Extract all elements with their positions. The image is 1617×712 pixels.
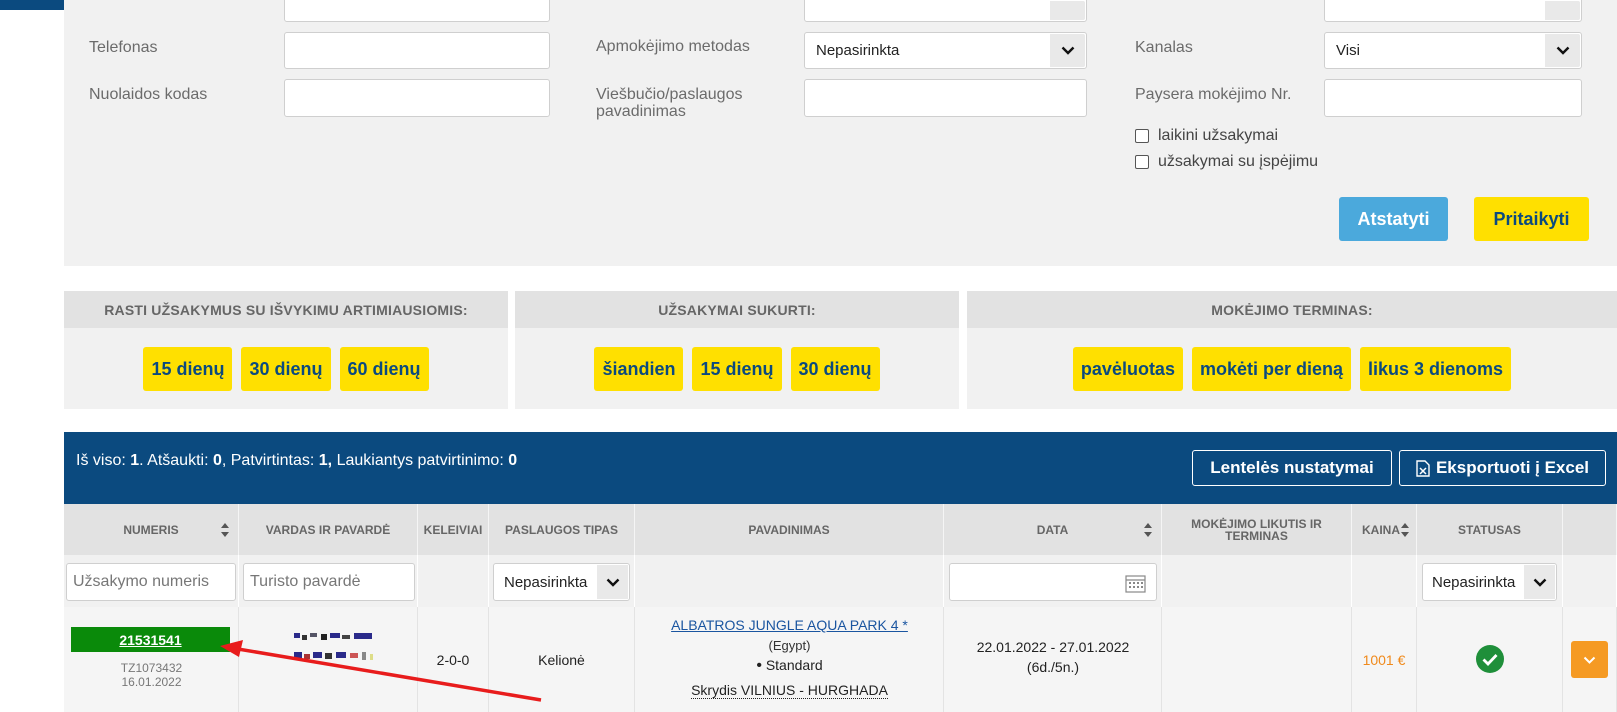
chevron-down-icon	[1050, 34, 1085, 67]
paysera-input[interactable]	[1324, 79, 1582, 117]
departure-60-days-button[interactable]: 60 dienų	[339, 347, 429, 391]
col-price[interactable]: KAINA	[1352, 504, 1417, 555]
channel-select[interactable]: Visi	[1324, 32, 1582, 69]
payment-due-day-button[interactable]: mokėti per dieną	[1191, 347, 1352, 391]
payment-quick-filter: MOKĖJIMO TERMINAS: pavėluotas mokėti per…	[967, 291, 1617, 409]
chevron-down-icon	[1583, 656, 1596, 664]
travel-dates: 22.01.2022 - 27.01.2022	[976, 639, 1130, 655]
warning-orders-label: užsakymai su įspėjimu	[1158, 153, 1319, 170]
price-value: 1001 €	[1362, 651, 1406, 668]
total-count: 1	[130, 452, 140, 469]
col-name: VARDAS IR PAVARDĖ	[239, 504, 418, 555]
hotel-link[interactable]: ALBATROS JUNGLE AQUA PARK 4 *	[671, 617, 908, 633]
col-payment-balance: MOKĖJIMO LIKUTIS IR TERMINAS	[1162, 504, 1352, 555]
discount-code-input[interactable]	[284, 79, 550, 117]
table-header: NUMERIS VARDAS IR PAVARDĖ KELEIVIAI PASL…	[64, 504, 1617, 555]
results-bar: Iš viso: 1. Atšaukti: 0, Patvirtintas: 1…	[64, 432, 1617, 504]
reset-button[interactable]: Atstatyti	[1339, 197, 1448, 241]
export-excel-label: Eksportuoti į Excel	[1435, 458, 1590, 477]
created-quick-filter: UŽSAKYMAI SUKURTI: šiandien 15 dienų 30 …	[515, 291, 959, 409]
payment-quick-title: MOKĖJIMO TERMINAS:	[967, 291, 1617, 328]
table-row: 21531541 TZ1073432 16.01.2022 2-0-0 Keli…	[64, 607, 1617, 712]
service-type-filter[interactable]: Nepasirinkta	[493, 563, 630, 601]
previous-row-select-2[interactable]	[1324, 0, 1582, 22]
table-filter-row: Užsakymo numeris Turisto pavardė Nepasir…	[64, 555, 1617, 607]
col-title: PAVADINIMAS	[635, 504, 944, 555]
room-type: • Standard	[756, 657, 823, 674]
export-excel-button[interactable]: Eksportuoti į Excel	[1399, 450, 1606, 486]
channel-label: Kanalas	[1135, 39, 1193, 56]
order-number-link[interactable]: 21531541	[71, 627, 230, 652]
table-settings-button[interactable]: Lentelės nustatymai	[1192, 450, 1392, 486]
departure-30-days-button[interactable]: 30 dienų	[241, 347, 331, 391]
departure-quick-filter: RASTI UŽSAKYMUS SU IŠVYKIMU ARTIMIAUSIOM…	[64, 291, 508, 409]
chevron-down-icon	[1524, 565, 1555, 599]
payment-3-days-button[interactable]: likus 3 dienoms	[1360, 347, 1512, 391]
temp-orders-checkbox[interactable]: laikini užsakymai	[1135, 127, 1278, 145]
excel-file-icon	[1416, 459, 1430, 477]
created-30-days-button[interactable]: 30 dienų	[790, 347, 880, 391]
cancelled-count: 0	[212, 452, 222, 469]
col-date[interactable]: DATA	[944, 504, 1162, 555]
col-status: STATUSAS	[1417, 504, 1563, 555]
created-quick-title: UŽSAKYMAI SUKURTI:	[515, 291, 959, 328]
col-service-type: PASLAUGOS TIPAS	[489, 504, 635, 555]
hotel-name-input[interactable]	[804, 79, 1087, 117]
payment-late-button[interactable]: pavėluotas	[1072, 347, 1183, 391]
flight-info[interactable]: Skrydis VILNIUS - HURGHADA	[691, 682, 888, 699]
service-type-cell: Kelionė	[489, 607, 635, 712]
checkbox-box[interactable]	[1135, 155, 1149, 169]
departure-quick-title: RASTI UŽSAKYMUS SU IŠVYKIMU ARTIMIAUSIOM…	[64, 291, 508, 328]
created-today-button[interactable]: šiandien	[594, 347, 684, 391]
travel-duration: (6d./5n.)	[1026, 659, 1080, 675]
order-number-filter[interactable]: Užsakymo numeris	[66, 563, 236, 601]
checkbox-box[interactable]	[1135, 129, 1149, 143]
chevron-down-icon	[597, 565, 628, 599]
order-created-date: 16.01.2022	[121, 675, 182, 689]
date-filter[interactable]	[949, 563, 1157, 601]
chevron-down-icon	[1545, 34, 1580, 67]
warning-orders-checkbox[interactable]: užsakymai su įspėjimu	[1135, 153, 1318, 171]
col-number[interactable]: NUMERIS	[64, 504, 239, 555]
calendar-icon[interactable]	[1125, 573, 1146, 593]
sort-icon[interactable]	[1143, 522, 1153, 538]
sort-icon[interactable]	[220, 522, 230, 538]
departure-15-days-button[interactable]: 15 dienų	[143, 347, 233, 391]
confirmed-count: 1,	[318, 452, 333, 469]
col-actions	[1563, 504, 1617, 555]
apply-button[interactable]: Pritaikyti	[1474, 197, 1589, 241]
filter-panel: Telefonas Nuolaidos kodas Apmokėjimo met…	[64, 0, 1617, 266]
phone-label: Telefonas	[89, 39, 158, 56]
check-circle-icon	[1476, 645, 1504, 673]
payment-method-value: Nepasirinkta	[816, 42, 900, 59]
payment-method-select[interactable]: Nepasirinkta	[804, 32, 1087, 69]
pending-count: 0	[508, 452, 518, 469]
previous-row-select[interactable]	[804, 0, 1087, 22]
phone-input[interactable]	[284, 32, 550, 69]
passengers-cell: 2-0-0	[418, 607, 489, 712]
previous-row-input[interactable]	[284, 0, 550, 22]
results-summary: Iš viso: 1. Atšaukti: 0, Patvirtintas: 1…	[76, 452, 518, 469]
order-ref: TZ1073432	[120, 661, 183, 675]
channel-value: Visi	[1336, 42, 1360, 59]
discount-code-label: Nuolaidos kodas	[89, 86, 208, 103]
payment-method-label: Apmokėjimo metodas	[596, 38, 750, 55]
surname-filter[interactable]: Turisto pavardė	[243, 563, 415, 601]
status-filter[interactable]: Nepasirinkta	[1422, 563, 1557, 601]
sort-icon[interactable]	[1400, 522, 1410, 538]
col-passengers: KELEIVIAI	[418, 504, 489, 555]
hotel-country: (Egypt)	[768, 638, 811, 653]
hotel-name-label: Viešbučio/paslaugos pavadinimas	[596, 86, 743, 120]
payment-balance-cell	[1162, 607, 1352, 712]
row-actions-button[interactable]	[1571, 641, 1608, 678]
redacted-name	[294, 633, 373, 660]
paysera-label: Paysera mokėjimo Nr.	[1135, 86, 1292, 103]
created-15-days-button[interactable]: 15 dienų	[692, 347, 782, 391]
temp-orders-label: laikini užsakymai	[1158, 127, 1279, 144]
